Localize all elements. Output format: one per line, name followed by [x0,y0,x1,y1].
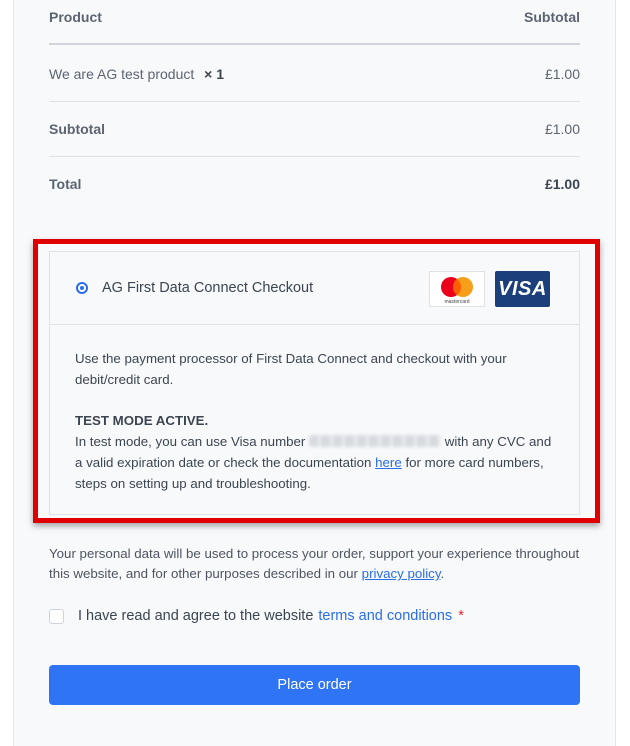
privacy-end: . [440,566,445,581]
privacy-text: Your personal data will be used to proce… [49,546,580,581]
header-divider [49,43,580,45]
terms-and-conditions-link[interactable]: terms and conditions [318,608,452,624]
place-order-button[interactable]: Place order [49,665,580,705]
product-column-header: Product [49,9,102,25]
item-divider [49,101,580,102]
terms-checkbox[interactable] [49,608,64,624]
order-item-row: We are AG test product × 1 £1.00 [49,63,580,85]
order-item: We are AG test product × 1 [49,66,224,82]
privacy-notice: Your personal data will be used to proce… [49,544,580,584]
privacy-policy-link[interactable]: privacy policy [362,566,441,581]
subtotal-row: Subtotal £1.00 [49,118,580,140]
highlight-annotation-box [33,239,600,523]
total-value: £1.00 [544,176,580,192]
total-row: Total £1.00 [49,173,580,195]
subtotal-divider [49,156,580,157]
terms-row: I have read and agree to the website ter… [49,605,464,627]
item-quantity: × 1 [204,66,225,82]
subtotal-value: £1.00 [544,121,580,137]
required-marker: * [458,608,464,624]
item-price: £1.00 [544,66,580,82]
order-table-header: Product Subtotal [49,6,580,28]
total-label: Total [49,176,82,192]
subtotal-label: Subtotal [49,121,105,137]
subtotal-column-header: Subtotal [524,9,580,25]
item-name: We are AG test product [49,66,195,82]
terms-label[interactable]: I have read and agree to the website [78,608,313,624]
